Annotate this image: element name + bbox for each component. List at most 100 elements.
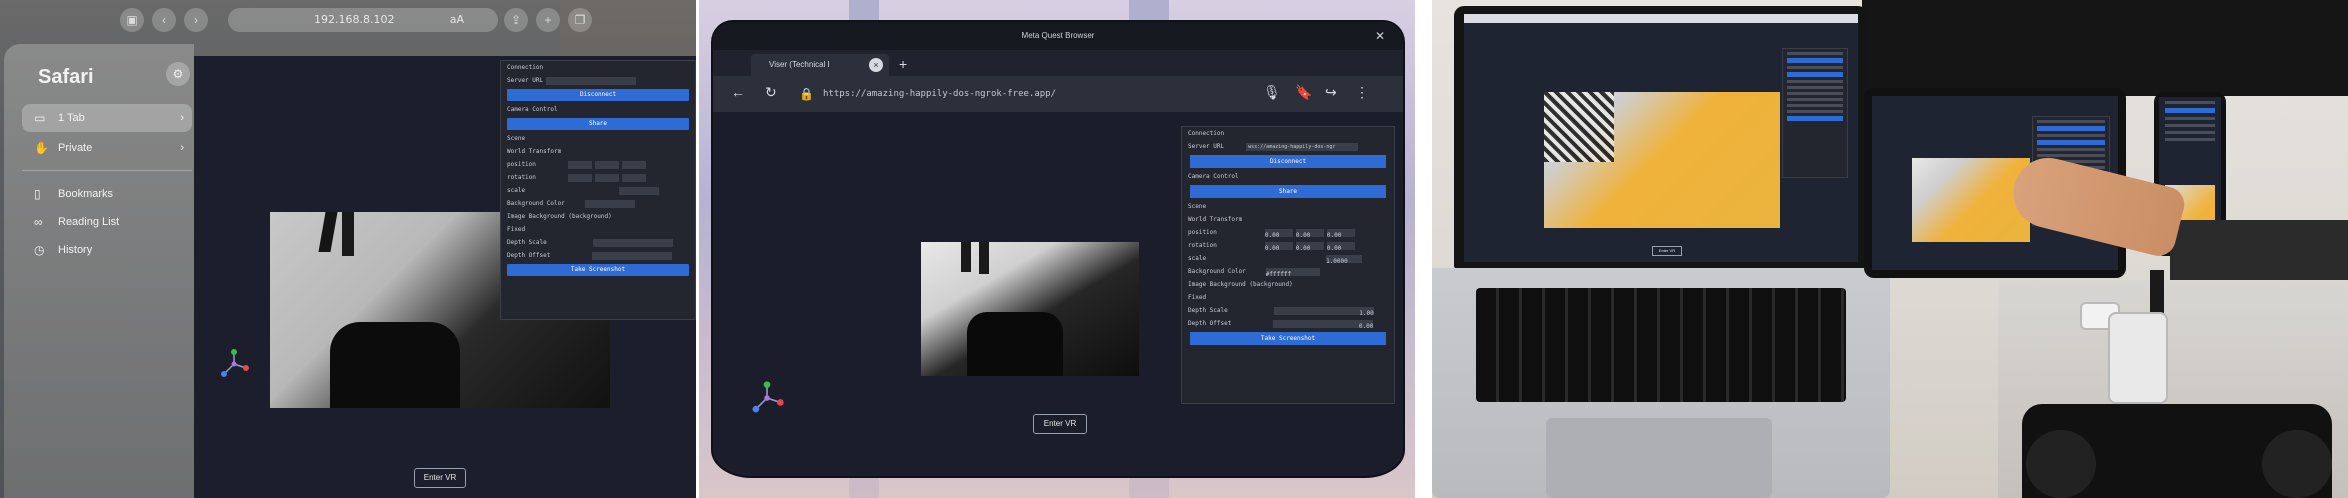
scale-field[interactable]: 1.0000 — [1326, 254, 1363, 265]
close-icon[interactable]: ✕ — [1375, 22, 1385, 50]
viser-app-canvas[interactable]: Connection Server URL Disconnect Camera … — [194, 56, 696, 498]
depth-scale-slider[interactable]: 1.00 — [1273, 306, 1374, 317]
disconnect-button[interactable] — [2165, 108, 2215, 113]
share-icon[interactable]: ⇪ — [504, 8, 528, 32]
gui-row — [1787, 86, 1843, 89]
sidebar-item-history[interactable]: ◷ History — [22, 236, 192, 264]
take-screenshot-button[interactable] — [1787, 116, 1843, 121]
gui-row — [2037, 134, 2105, 137]
disconnect-button[interactable] — [2037, 126, 2105, 131]
enter-vr-button[interactable]: Enter VR — [414, 468, 466, 488]
disconnect-button[interactable] — [1787, 58, 1843, 63]
hand-raised-icon: ✋ — [34, 141, 49, 155]
new-tab-icon[interactable]: + — [536, 8, 560, 32]
sidebar-item-reading-list[interactable]: ∞ Reading List — [22, 208, 192, 236]
rotation-z[interactable]: 0.00 — [1326, 241, 1355, 252]
gui-folder-image-background[interactable]: Image Background (background) — [1182, 278, 1394, 291]
share-icon[interactable]: ↪ — [1325, 84, 1337, 101]
reload-icon[interactable]: ↻ — [765, 84, 777, 101]
person-leg — [979, 242, 989, 274]
gui-section-scene[interactable]: Scene — [1182, 200, 1394, 213]
position-z[interactable]: 0.00 — [1326, 228, 1355, 239]
bookmark-icon[interactable]: 🔖 — [1295, 84, 1312, 101]
gui-folder-world-transform[interactable]: World Transform — [1182, 213, 1394, 226]
rotation-y[interactable]: 0.00 — [1295, 241, 1324, 252]
share-button[interactable]: Share — [1190, 185, 1386, 198]
gui-row-fixed[interactable]: Fixed — [1182, 291, 1394, 304]
server-url-field[interactable]: wss://amazing-happily-dos-ngr — [1246, 142, 1359, 151]
position-y[interactable]: 0.00 — [1295, 228, 1324, 239]
url-text: 192.168.8.102 — [314, 13, 395, 26]
back-arrow-icon[interactable]: ← — [731, 84, 745, 100]
control-panel[interactable]: Connection Server URL Disconnect Camera … — [500, 60, 696, 320]
forward-icon[interactable]: › — [184, 8, 208, 32]
control-panel[interactable]: Connection Server URL wss://amazing-happi… — [1181, 126, 1395, 404]
server-url-field[interactable] — [546, 76, 637, 85]
gui-row — [2037, 120, 2105, 123]
gui-row — [2165, 131, 2215, 134]
address-bar[interactable]: 🔒 https://amazing-happily-dos-ngrok-free… — [799, 82, 1229, 106]
sleeve — [2170, 220, 2348, 280]
gui-row-position: position — [501, 158, 695, 171]
gui-section-camera-control[interactable]: Camera Control — [501, 103, 695, 116]
sidebar-item-bookmarks[interactable]: ▯ Bookmarks — [22, 180, 192, 208]
gui-section-connection[interactable]: Connection — [501, 61, 695, 74]
position-x[interactable]: 0.00 — [1264, 228, 1293, 239]
vision-pro-safari-photo: ▣ ‹ › 192.168.8.102 aA ⇪ + ❐ Safari ⚙ ▭ … — [0, 0, 696, 498]
camera-image-background — [1544, 92, 1780, 228]
position-y[interactable] — [594, 160, 619, 169]
gui-row-position: position 0.00 0.00 0.00 — [1182, 226, 1394, 239]
sidebar-item-tabs[interactable]: ▭ 1 Tab › — [22, 104, 192, 132]
share-button[interactable] — [2037, 140, 2105, 145]
gui-label-server-url: Server URL wss://amazing-happily-dos-ngr — [1182, 140, 1394, 153]
chevron-right-icon: › — [180, 112, 184, 124]
control-panel[interactable] — [2159, 101, 2221, 141]
disconnect-button[interactable]: Disconnect — [507, 89, 689, 101]
gui-section-camera-control[interactable]: Camera Control — [1182, 170, 1394, 183]
gui-row-depth-offset: Depth Offset — [501, 249, 695, 262]
gui-section-scene[interactable]: Scene — [501, 132, 695, 145]
gui-row-scale: scale — [501, 184, 695, 197]
depth-offset-slider[interactable]: 0.00 — [1273, 319, 1374, 330]
gui-row-scale: scale 1.0000 — [1182, 252, 1394, 265]
sidebar-settings-icon[interactable]: ⚙ — [166, 62, 190, 86]
take-screenshot-button[interactable]: Take Screenshot — [1190, 332, 1386, 345]
lock-icon: 🔒 — [799, 87, 814, 101]
sidebar-item-label: 1 Tab — [58, 112, 85, 124]
rotation-x[interactable] — [567, 173, 592, 182]
scale-field[interactable] — [619, 186, 660, 195]
back-icon[interactable]: ‹ — [152, 8, 176, 32]
depth-scale-slider[interactable] — [592, 238, 673, 247]
gui-section-connection[interactable]: Connection — [1182, 127, 1394, 140]
browser-tab[interactable]: Viser (Technical I × — [751, 54, 889, 76]
sidebar-toggle-icon[interactable]: ▣ — [120, 8, 144, 32]
disconnect-button[interactable]: Disconnect — [1190, 155, 1386, 168]
new-tab-icon[interactable]: + — [899, 56, 907, 72]
more-options-icon[interactable]: ⋮ — [1355, 84, 1369, 101]
position-z[interactable] — [621, 160, 646, 169]
take-screenshot-button[interactable]: Take Screenshot — [507, 264, 689, 276]
enter-vr-button[interactable]: Enter VR — [1033, 414, 1087, 434]
position-x[interactable] — [567, 160, 592, 169]
enter-vr-button[interactable]: Enter VR — [1652, 246, 1682, 256]
microphone-icon[interactable]: 🎙 — [1263, 84, 1281, 101]
background-color-field[interactable]: #ffffff — [1265, 267, 1320, 278]
control-panel[interactable] — [1782, 48, 1848, 178]
depth-offset-slider[interactable] — [592, 251, 673, 260]
gui-row-fixed[interactable]: Fixed — [501, 223, 695, 236]
rotation-x[interactable]: 0.00 — [1264, 241, 1293, 252]
tab-close-icon[interactable]: × — [869, 58, 883, 72]
rotation-z[interactable] — [621, 173, 646, 182]
reader-aa-button[interactable]: aA — [450, 8, 464, 32]
sidebar-item-private[interactable]: ✋ Private › — [22, 134, 192, 162]
background-color-field[interactable] — [584, 199, 635, 208]
gui-row — [1787, 52, 1843, 55]
address-bar[interactable]: 192.168.8.102 aA — [228, 8, 498, 32]
gui-folder-world-transform[interactable]: World Transform — [501, 145, 695, 158]
book-icon: ▯ — [34, 187, 41, 201]
rotation-y[interactable] — [594, 173, 619, 182]
tabs-overview-icon[interactable]: ❐ — [568, 8, 592, 32]
share-button[interactable]: Share — [507, 118, 689, 130]
gui-folder-image-background[interactable]: Image Background (background) — [501, 210, 695, 223]
share-button[interactable] — [1787, 72, 1843, 77]
